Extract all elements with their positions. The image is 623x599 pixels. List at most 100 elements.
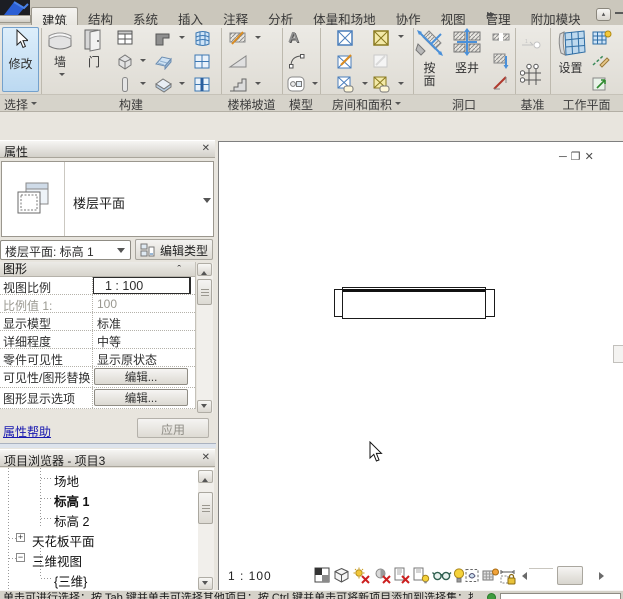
set-work-plane-button[interactable]: 设置 [552, 28, 589, 75]
project-browser-titlebar[interactable]: 项目浏览器 - 项目3 ✕ [0, 449, 215, 467]
temporary-hide-isolate-icon[interactable] [432, 567, 450, 585]
model-text-icon[interactable]: A [288, 29, 308, 47]
project-browser-scrollbar[interactable] [198, 470, 214, 590]
chevron-down-icon[interactable] [255, 82, 261, 88]
tab-管理[interactable]: 管理 [476, 7, 521, 25]
shaft-button[interactable]: 竖井 [449, 28, 485, 75]
edit-button[interactable]: 编辑... [94, 368, 188, 385]
ref-plane-icon[interactable] [591, 52, 611, 70]
measure-lock-icon[interactable] [499, 567, 517, 585]
room-separator-icon[interactable] [336, 52, 356, 70]
window-restore-icon[interactable]: ❐ [571, 151, 585, 163]
project-browser-tree[interactable]: 场地标高 1标高 2+天花板平面−三维视图 {三维} [0, 468, 214, 590]
chevron-down-icon[interactable] [31, 102, 37, 108]
visual-style-icon[interactable] [333, 567, 351, 585]
collapse-icon[interactable]: − [16, 553, 25, 562]
displacement-set-icon[interactable] [481, 567, 499, 585]
ramp-icon[interactable] [228, 52, 248, 70]
show-work-plane-icon[interactable] [591, 29, 611, 47]
tab-协作[interactable]: 协作 [386, 7, 431, 25]
tag-room-icon[interactable] [336, 75, 356, 93]
properties-help-link[interactable]: 属性帮助 [3, 423, 51, 440]
window-close-icon[interactable]: ✕ [585, 151, 598, 163]
tree-item-场地[interactable]: 场地 [0, 468, 214, 488]
detail-level-icon[interactable] [314, 567, 332, 585]
graphics-group-header[interactable]: 图形 ˆ [0, 262, 195, 277]
properties-palette-titlebar[interactable]: 属性 ✕ [0, 140, 215, 158]
scroll-down-button[interactable] [198, 577, 213, 590]
chevron-down-icon[interactable] [398, 82, 404, 88]
floor-icon[interactable] [154, 76, 174, 94]
window-icon[interactable] [116, 30, 136, 48]
property-value[interactable]: 标准 [93, 313, 195, 330]
instance-selector[interactable]: 楼层平面: 标高 1 [0, 240, 131, 260]
view-scale-button[interactable]: 1 : 100 [228, 569, 272, 583]
column-icon[interactable] [116, 76, 136, 94]
property-value[interactable]: 显示原状态 [93, 349, 195, 366]
tab-系统[interactable]: 系统 [123, 7, 168, 25]
tag-area-icon[interactable] [372, 75, 392, 93]
chevron-down-icon[interactable] [395, 102, 401, 108]
tree-item-标高 2[interactable]: 标高 2 [0, 508, 214, 528]
chevron-down-icon[interactable] [179, 36, 185, 42]
tab-结构[interactable]: 结构 [78, 7, 123, 25]
tree-item-{三维}[interactable]: {三维} [0, 568, 214, 588]
collapse-icon[interactable]: ˆ [177, 263, 181, 277]
panel-label-选择[interactable]: 选择 [0, 96, 41, 111]
chevron-down-icon[interactable] [312, 82, 318, 88]
tree-item-label[interactable]: {三维} [54, 571, 87, 590]
roof-icon[interactable] [154, 30, 174, 48]
edit-button[interactable]: 编辑... [94, 389, 188, 406]
expand-icon[interactable]: + [16, 533, 25, 542]
property-value[interactable]: 中等 [93, 331, 195, 348]
ceiling-icon[interactable] [154, 53, 174, 71]
scrollbar-thumb[interactable] [198, 492, 213, 524]
curtain-system-icon[interactable] [193, 29, 213, 47]
scroll-up-button[interactable] [198, 470, 213, 483]
show-crop-region-icon[interactable] [412, 567, 430, 585]
wall-button[interactable]: 墙 [46, 28, 74, 83]
chevron-down-icon[interactable] [398, 35, 404, 41]
tab-插入[interactable]: 插入 [168, 7, 213, 25]
sun-path-icon[interactable] [353, 567, 371, 585]
close-icon[interactable]: ✕ [202, 143, 210, 154]
vertical-opening-icon[interactable] [492, 52, 512, 70]
scroll-down-button[interactable] [197, 400, 212, 413]
crop-view-icon[interactable] [393, 567, 411, 585]
tree-item-天花板平面[interactable]: +天花板平面 [0, 528, 214, 548]
tab-overflow-icon[interactable]: ▸▸ [487, 9, 493, 20]
railing-icon[interactable] [228, 29, 248, 47]
status-search-field[interactable] [500, 593, 621, 599]
scroll-right-icon[interactable] [599, 572, 608, 580]
chevron-down-icon[interactable] [140, 82, 146, 88]
shadows-icon[interactable] [374, 567, 392, 585]
scrollbar-thumb[interactable] [197, 279, 212, 305]
room-icon[interactable] [336, 29, 356, 47]
drawing-area[interactable]: ─❐✕ 1 : 100 [218, 141, 623, 591]
tab-注释[interactable]: 注释 [213, 7, 258, 25]
application-button-icon[interactable] [0, 0, 30, 15]
scroll-up-button[interactable] [197, 263, 212, 276]
area-icon[interactable] [372, 29, 392, 47]
wall-geometry[interactable] [331, 283, 503, 323]
mullion-icon[interactable] [193, 76, 213, 94]
chevron-down-icon[interactable] [203, 198, 211, 207]
edit-type-button[interactable]: 编辑类型 [135, 239, 213, 260]
chevron-down-icon[interactable] [362, 82, 368, 88]
minimize-ribbon-button[interactable]: ▴ [596, 8, 611, 21]
view-scale-field[interactable]: 1 : 100 [93, 277, 191, 294]
tab-附加模块[interactable]: 附加模块 [521, 7, 591, 25]
scroll-left-icon[interactable] [518, 572, 527, 580]
door-button[interactable]: 门 [80, 28, 108, 69]
tab-建筑[interactable]: 建筑 [31, 7, 78, 25]
opening-by-face-button[interactable]: 按面 [413, 28, 446, 88]
tab-视图[interactable]: 视图 [431, 7, 476, 25]
component-icon[interactable] [116, 53, 136, 71]
wall-opening-icon[interactable] [492, 29, 512, 47]
stairs-icon[interactable] [228, 75, 248, 93]
tree-item-标高 1[interactable]: 标高 1 [0, 488, 214, 508]
panel-label-房间和面积[interactable]: 房间和面积 [320, 96, 413, 111]
tree-item-三维视图[interactable]: −三维视图 [0, 548, 214, 568]
chevron-down-icon[interactable] [140, 59, 146, 65]
palette-divider[interactable] [0, 443, 216, 448]
